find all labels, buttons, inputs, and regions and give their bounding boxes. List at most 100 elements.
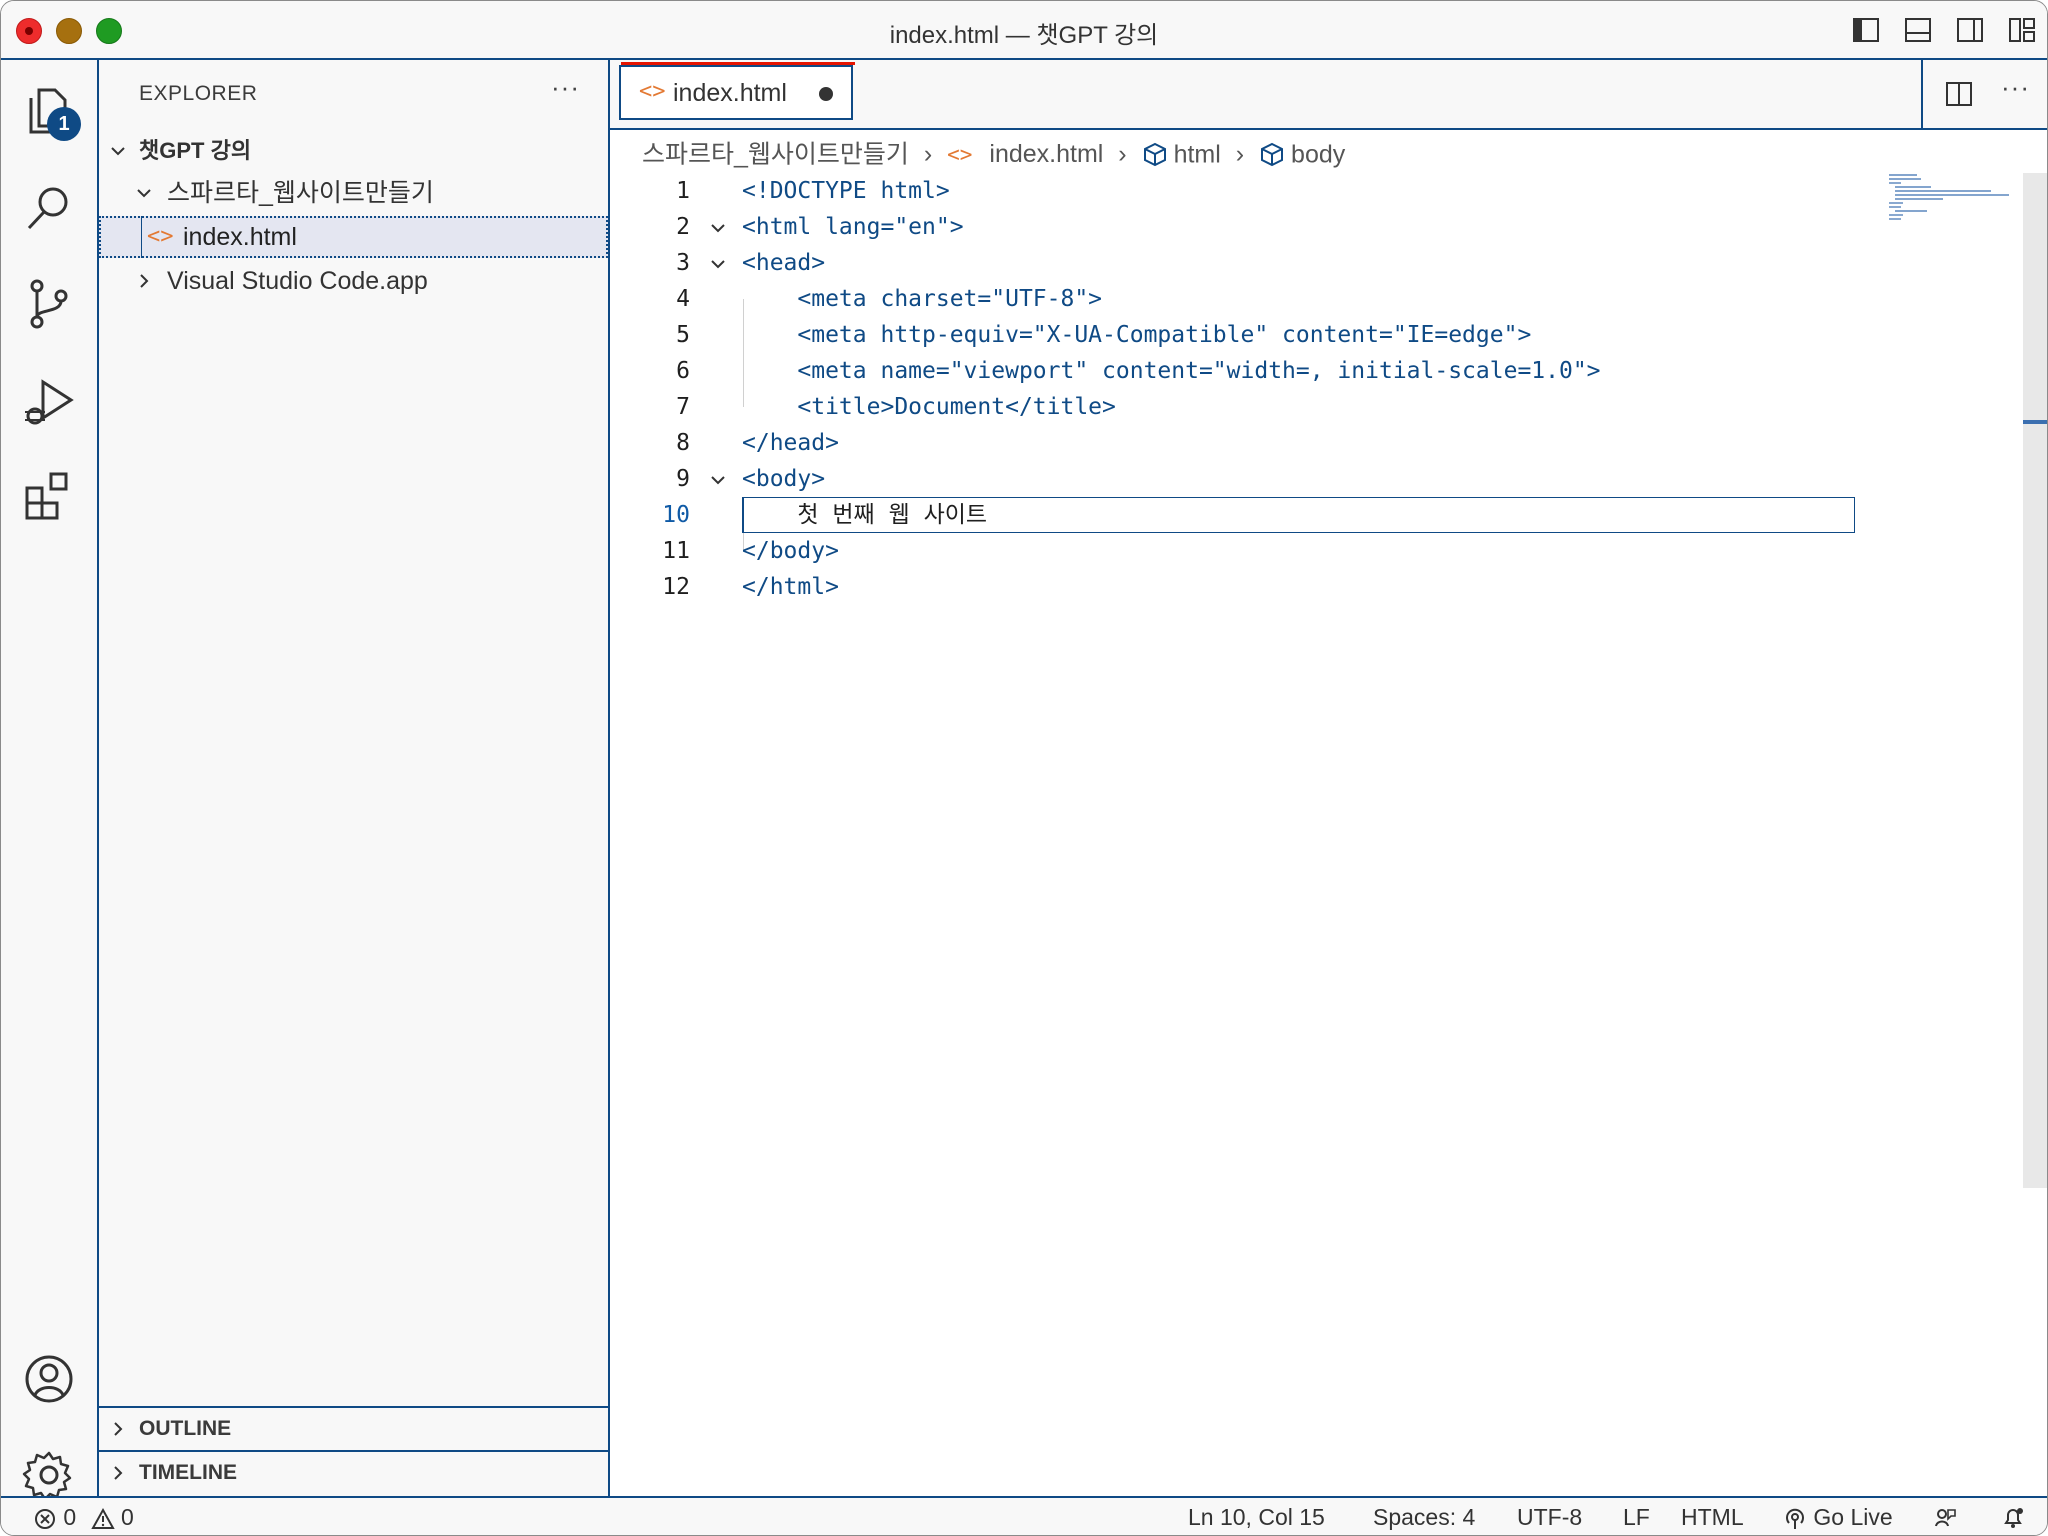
editor-scrollbar[interactable] [2023,173,2047,1188]
chevron-right-icon [140,274,149,288]
explorer-more-button[interactable]: ··· [551,72,580,103]
symbol-cube-icon [1261,143,1284,167]
layout-controls [1851,15,2037,45]
line-number: 6 [676,358,690,384]
run-debug-icon[interactable] [19,372,79,432]
code-line: 12 </html> [610,569,2000,605]
code-editor[interactable]: 1 <!DOCTYPE html> 2 <html lang="en"> 3 <… [610,173,2000,1496]
code-text[interactable]: </head> [742,425,839,461]
fold-chevron-icon[interactable] [710,472,726,488]
customize-layout-icon[interactable] [2007,15,2037,45]
go-live-label: Go Live [1813,1504,1893,1530]
code-line: 9 <body> [610,461,2000,497]
explorer-title: EXPLORER [139,82,258,105]
minimap[interactable] [1887,173,2017,233]
timeline-label: TIMELINE [139,1461,237,1484]
code-line: 2 <html lang="en"> [610,209,2000,245]
warning-icon [90,1507,115,1529]
code-text[interactable]: <meta http-equiv="X-UA-Compatible" conte… [742,317,1531,353]
code-text[interactable]: 첫 번째 웹 사이트 [742,497,987,533]
line-number: 12 [662,574,690,600]
code-text[interactable]: </html> [742,569,839,605]
timeline-section[interactable]: TIMELINE [99,1450,608,1494]
chevron-right-icon: › [923,140,933,169]
notifications-bell-icon[interactable] [2001,1506,2025,1530]
line-number: 2 [676,214,690,240]
code-text[interactable]: <meta charset="UTF-8"> [742,281,1102,317]
account-icon[interactable] [19,1349,79,1409]
feedback-icon[interactable] [1933,1506,1957,1530]
indent-guide [141,216,142,258]
line-number: 10 [662,502,690,528]
code-text[interactable]: <meta name="viewport" content="width=, i… [742,353,1600,389]
go-live-button[interactable]: Go Live [1783,1504,1893,1531]
code-line: 5 <meta http-equiv="X-UA-Compatible" con… [610,317,2000,353]
editor-more-button[interactable]: ··· [2001,72,2030,103]
toggle-panel-icon[interactable] [1903,15,1933,45]
vscode-window: index.html — 챗GPT 강의 1 EXPLORER ··· 챗GPT… [0,0,2048,1536]
code-text[interactable]: <body> [742,461,825,497]
tab-bar: <> index.html ··· [610,60,2047,130]
cursor-position[interactable]: Ln 10, Col 15 [1188,1504,1325,1531]
breadcrumb-html[interactable]: html [1174,140,1221,168]
line-number: 7 [676,394,690,420]
line-number: 1 [676,178,690,204]
extensions-icon[interactable] [19,466,79,526]
title-bar: index.html — 챗GPT 강의 [1,1,2047,60]
tree-root-folder[interactable]: 챗GPT 강의 [99,130,608,172]
code-text[interactable]: </body> [742,533,839,569]
fold-chevron-icon[interactable] [710,220,726,236]
source-control-icon[interactable] [19,274,79,334]
problems-indicator[interactable]: 0 0 [33,1504,134,1531]
line-number: 8 [676,430,690,456]
explorer-badge: 1 [47,107,81,141]
chevron-right-icon: › [1118,140,1127,169]
error-count: 0 [63,1504,77,1530]
outline-section[interactable]: OUTLINE [99,1406,608,1450]
tab-index-html[interactable]: <> index.html [619,62,855,120]
toggle-secondary-sidebar-icon[interactable] [1955,15,1985,45]
unsaved-dot-icon[interactable] [819,87,833,101]
tree-folder-label: 스파르타_웹사이트만들기 [167,179,434,207]
eol-setting[interactable]: LF [1623,1504,1650,1531]
chevron-right-icon [114,1466,123,1480]
split-editor-icon[interactable] [1945,80,1973,108]
tree-folder[interactable]: 스파르타_웹사이트만들기 [99,172,608,214]
tree-app-folder[interactable]: Visual Studio Code.app [99,260,608,302]
chevron-right-icon [114,1422,123,1436]
line-number: 4 [676,286,690,312]
line-number: 9 [676,466,690,492]
outline-label: OUTLINE [139,1417,232,1440]
tree-file-index-html[interactable]: <> index.html [99,216,608,258]
code-text[interactable]: <title>Document</title> [742,389,1116,425]
broadcast-icon [1786,1508,1804,1529]
indentation-setting[interactable]: Spaces: 4 [1373,1504,1475,1531]
breadcrumb-file[interactable]: index.html [989,140,1103,168]
line-number: 5 [676,322,690,348]
encoding-setting[interactable]: UTF-8 [1517,1504,1582,1531]
code-line: 1 <!DOCTYPE html> [610,173,2000,209]
line-number: 11 [662,538,690,564]
code-text[interactable]: <head> [742,245,825,281]
language-mode[interactable]: HTML [1681,1504,1744,1531]
code-line-current: 10 첫 번째 웹 사이트 [610,497,2000,533]
scrollbar-cursor-marker [2023,420,2047,424]
chevron-down-icon [137,189,151,198]
chevron-down-icon [111,147,125,156]
tree-app-label: Visual Studio Code.app [167,267,428,295]
code-text[interactable]: <!DOCTYPE html> [742,173,950,209]
activity-bar: 1 [1,60,99,1501]
editor-area: <> index.html ··· 스파르타_웹사이트만들기 › <> inde… [610,60,2047,1496]
fold-chevron-icon[interactable] [710,256,726,272]
editor-actions: ··· [1921,60,2047,128]
breadcrumb: 스파르타_웹사이트만들기 › <> index.html › html › bo… [642,133,1345,173]
tree-root-label: 챗GPT 강의 [139,138,252,163]
code-line: 6 <meta name="viewport" content="width=,… [610,353,2000,389]
breadcrumb-body[interactable]: body [1291,140,1345,168]
code-text[interactable]: <html lang="en"> [742,209,964,245]
breadcrumb-folder[interactable]: 스파르타_웹사이트만들기 [642,140,909,168]
code-line: 11 </body> [610,533,2000,569]
search-icon[interactable] [19,178,79,238]
toggle-primary-sidebar-icon[interactable] [1851,15,1881,45]
explorer-sidebar: EXPLORER ··· 챗GPT 강의 스파르타_웹사이트만들기 <> ind… [99,60,610,1496]
